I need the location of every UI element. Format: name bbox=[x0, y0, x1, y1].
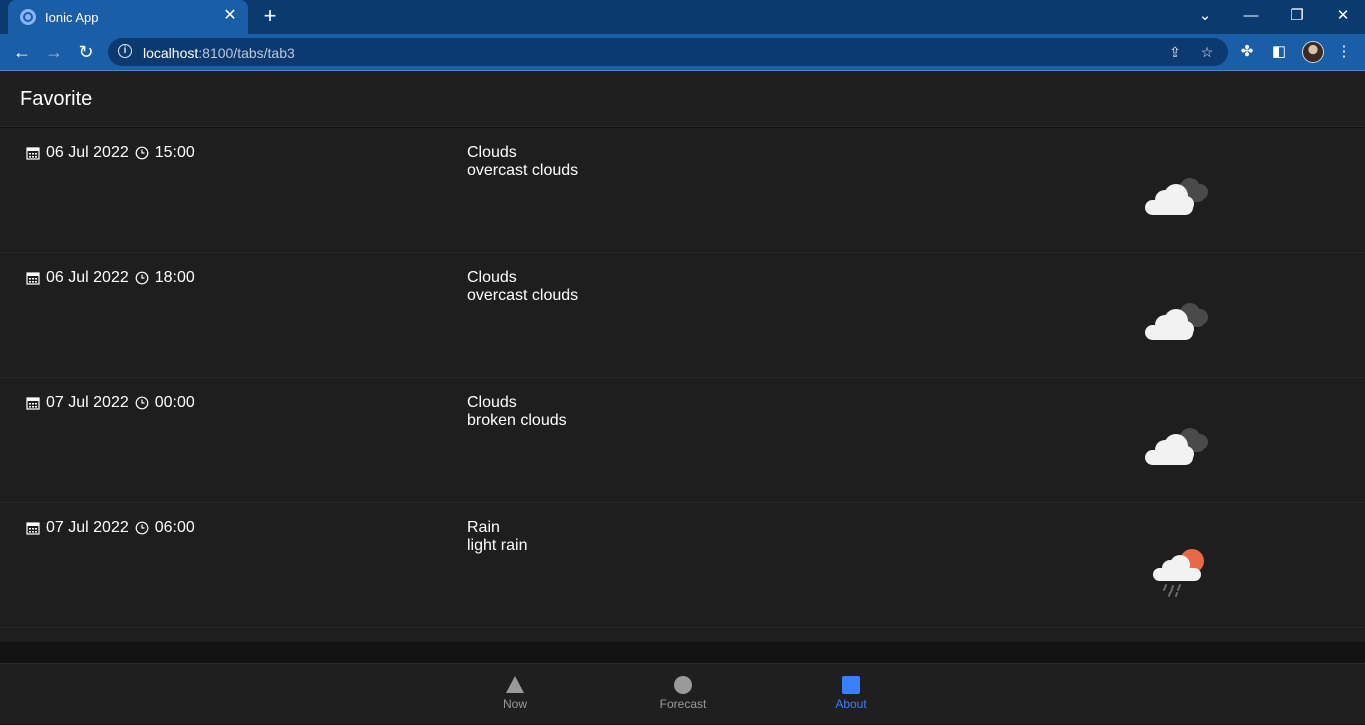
light-rain-icon bbox=[1153, 549, 1204, 597]
reload-icon[interactable]: ↻ bbox=[74, 40, 98, 64]
back-icon[interactable]: ← bbox=[10, 40, 34, 64]
calendar-icon bbox=[26, 397, 40, 410]
item-datetime: 07 Jul 2022 00:00 bbox=[26, 394, 195, 412]
page-title: Favorite bbox=[20, 88, 93, 110]
broken-clouds-icon bbox=[1145, 428, 1208, 465]
item-time: 00:00 bbox=[154, 394, 195, 411]
side-panel-icon[interactable]: ◧ bbox=[1268, 41, 1290, 63]
calendar-icon bbox=[26, 522, 40, 535]
tab-forecast-label: Forecast bbox=[659, 697, 707, 711]
new-tab-button[interactable]: + bbox=[258, 4, 282, 28]
tab-now-label: Now bbox=[502, 697, 527, 711]
bottom-tab-bar: Now Forecast About bbox=[0, 663, 1365, 724]
clock-icon bbox=[135, 146, 149, 160]
list-item[interactable]: 07 Jul 2022 06:00 Rain light rain bbox=[0, 503, 1365, 628]
item-description: broken clouds bbox=[467, 412, 567, 429]
profile-avatar[interactable] bbox=[1302, 41, 1324, 63]
item-date: 07 Jul 2022 bbox=[46, 394, 129, 411]
item-description: overcast clouds bbox=[467, 287, 579, 304]
list-item[interactable]: 07 Jul 2022 00:00 Clouds broken clouds bbox=[0, 378, 1365, 503]
tab-about-label: About bbox=[835, 697, 867, 711]
item-description: light rain bbox=[467, 537, 528, 554]
list-item[interactable]: 06 Jul 2022 15:00 Clouds overcast clouds bbox=[0, 128, 1365, 253]
page-header: Favorite bbox=[0, 71, 1365, 127]
overcast-clouds-icon bbox=[1145, 303, 1208, 340]
address-bar[interactable]: i localhost:8100/tabs/tab3 ⇪ ☆ bbox=[108, 38, 1228, 66]
forward-icon[interactable]: → bbox=[42, 40, 66, 64]
restore-icon[interactable]: ❐ bbox=[1285, 4, 1309, 28]
url-text: localhost:8100/tabs/tab3 bbox=[143, 45, 295, 61]
item-main: Clouds bbox=[467, 144, 517, 161]
item-main: Clouds bbox=[467, 394, 517, 411]
tab-forecast[interactable]: Forecast bbox=[633, 664, 733, 725]
item-datetime: 06 Jul 2022 15:00 bbox=[26, 144, 195, 162]
tab-title: Ionic App bbox=[45, 10, 99, 25]
triangle-icon bbox=[506, 676, 524, 693]
circle-icon bbox=[674, 676, 692, 694]
square-icon bbox=[842, 676, 860, 694]
tab-close-icon[interactable]: ✕ bbox=[220, 6, 240, 26]
minimize-icon[interactable]: — bbox=[1239, 4, 1263, 28]
list-item[interactable]: 06 Jul 2022 18:00 Clouds overcast clouds bbox=[0, 253, 1365, 378]
favorites-list: 06 Jul 2022 15:00 Clouds overcast clouds… bbox=[0, 128, 1365, 642]
item-date: 06 Jul 2022 bbox=[46, 144, 129, 161]
clock-icon bbox=[135, 271, 149, 285]
item-time: 15:00 bbox=[154, 144, 195, 161]
tab-about[interactable]: About bbox=[801, 664, 901, 725]
item-main: Rain bbox=[467, 519, 500, 536]
browser-toolbar: ← → ↻ i localhost:8100/tabs/tab3 ⇪ ☆ ✤ ◧… bbox=[0, 34, 1365, 70]
item-time: 18:00 bbox=[154, 269, 195, 286]
item-date: 07 Jul 2022 bbox=[46, 519, 129, 536]
browser-tab[interactable]: Ionic App ✕ bbox=[8, 0, 248, 34]
item-datetime: 06 Jul 2022 18:00 bbox=[26, 269, 195, 287]
item-main: Clouds bbox=[467, 269, 517, 286]
bookmark-star-icon[interactable]: ☆ bbox=[1198, 43, 1216, 61]
ionic-app: Favorite 06 Jul 2022 15:00 Clouds overca… bbox=[0, 71, 1365, 724]
extensions-icon[interactable]: ✤ bbox=[1236, 41, 1258, 63]
item-time: 06:00 bbox=[154, 519, 195, 536]
site-info-icon[interactable]: i bbox=[118, 44, 132, 58]
browser-tabstrip: Ionic App ✕ + ⌄ — ❐ ✕ bbox=[0, 0, 1365, 34]
window-close-icon[interactable]: ✕ bbox=[1331, 4, 1355, 28]
item-description: overcast clouds bbox=[467, 162, 579, 179]
calendar-icon bbox=[26, 147, 40, 160]
tab-now[interactable]: Now bbox=[465, 664, 565, 725]
ionic-favicon-icon bbox=[20, 9, 36, 25]
item-date: 06 Jul 2022 bbox=[46, 269, 129, 286]
tab-search-chevron-icon[interactable]: ⌄ bbox=[1193, 4, 1217, 28]
clock-icon bbox=[135, 396, 149, 410]
overcast-clouds-icon bbox=[1145, 178, 1208, 215]
item-datetime: 07 Jul 2022 06:00 bbox=[26, 519, 195, 537]
calendar-icon bbox=[26, 272, 40, 285]
share-icon[interactable]: ⇪ bbox=[1166, 43, 1184, 61]
clock-icon bbox=[135, 521, 149, 535]
menu-kebab-icon[interactable]: ⋮ bbox=[1333, 41, 1355, 63]
